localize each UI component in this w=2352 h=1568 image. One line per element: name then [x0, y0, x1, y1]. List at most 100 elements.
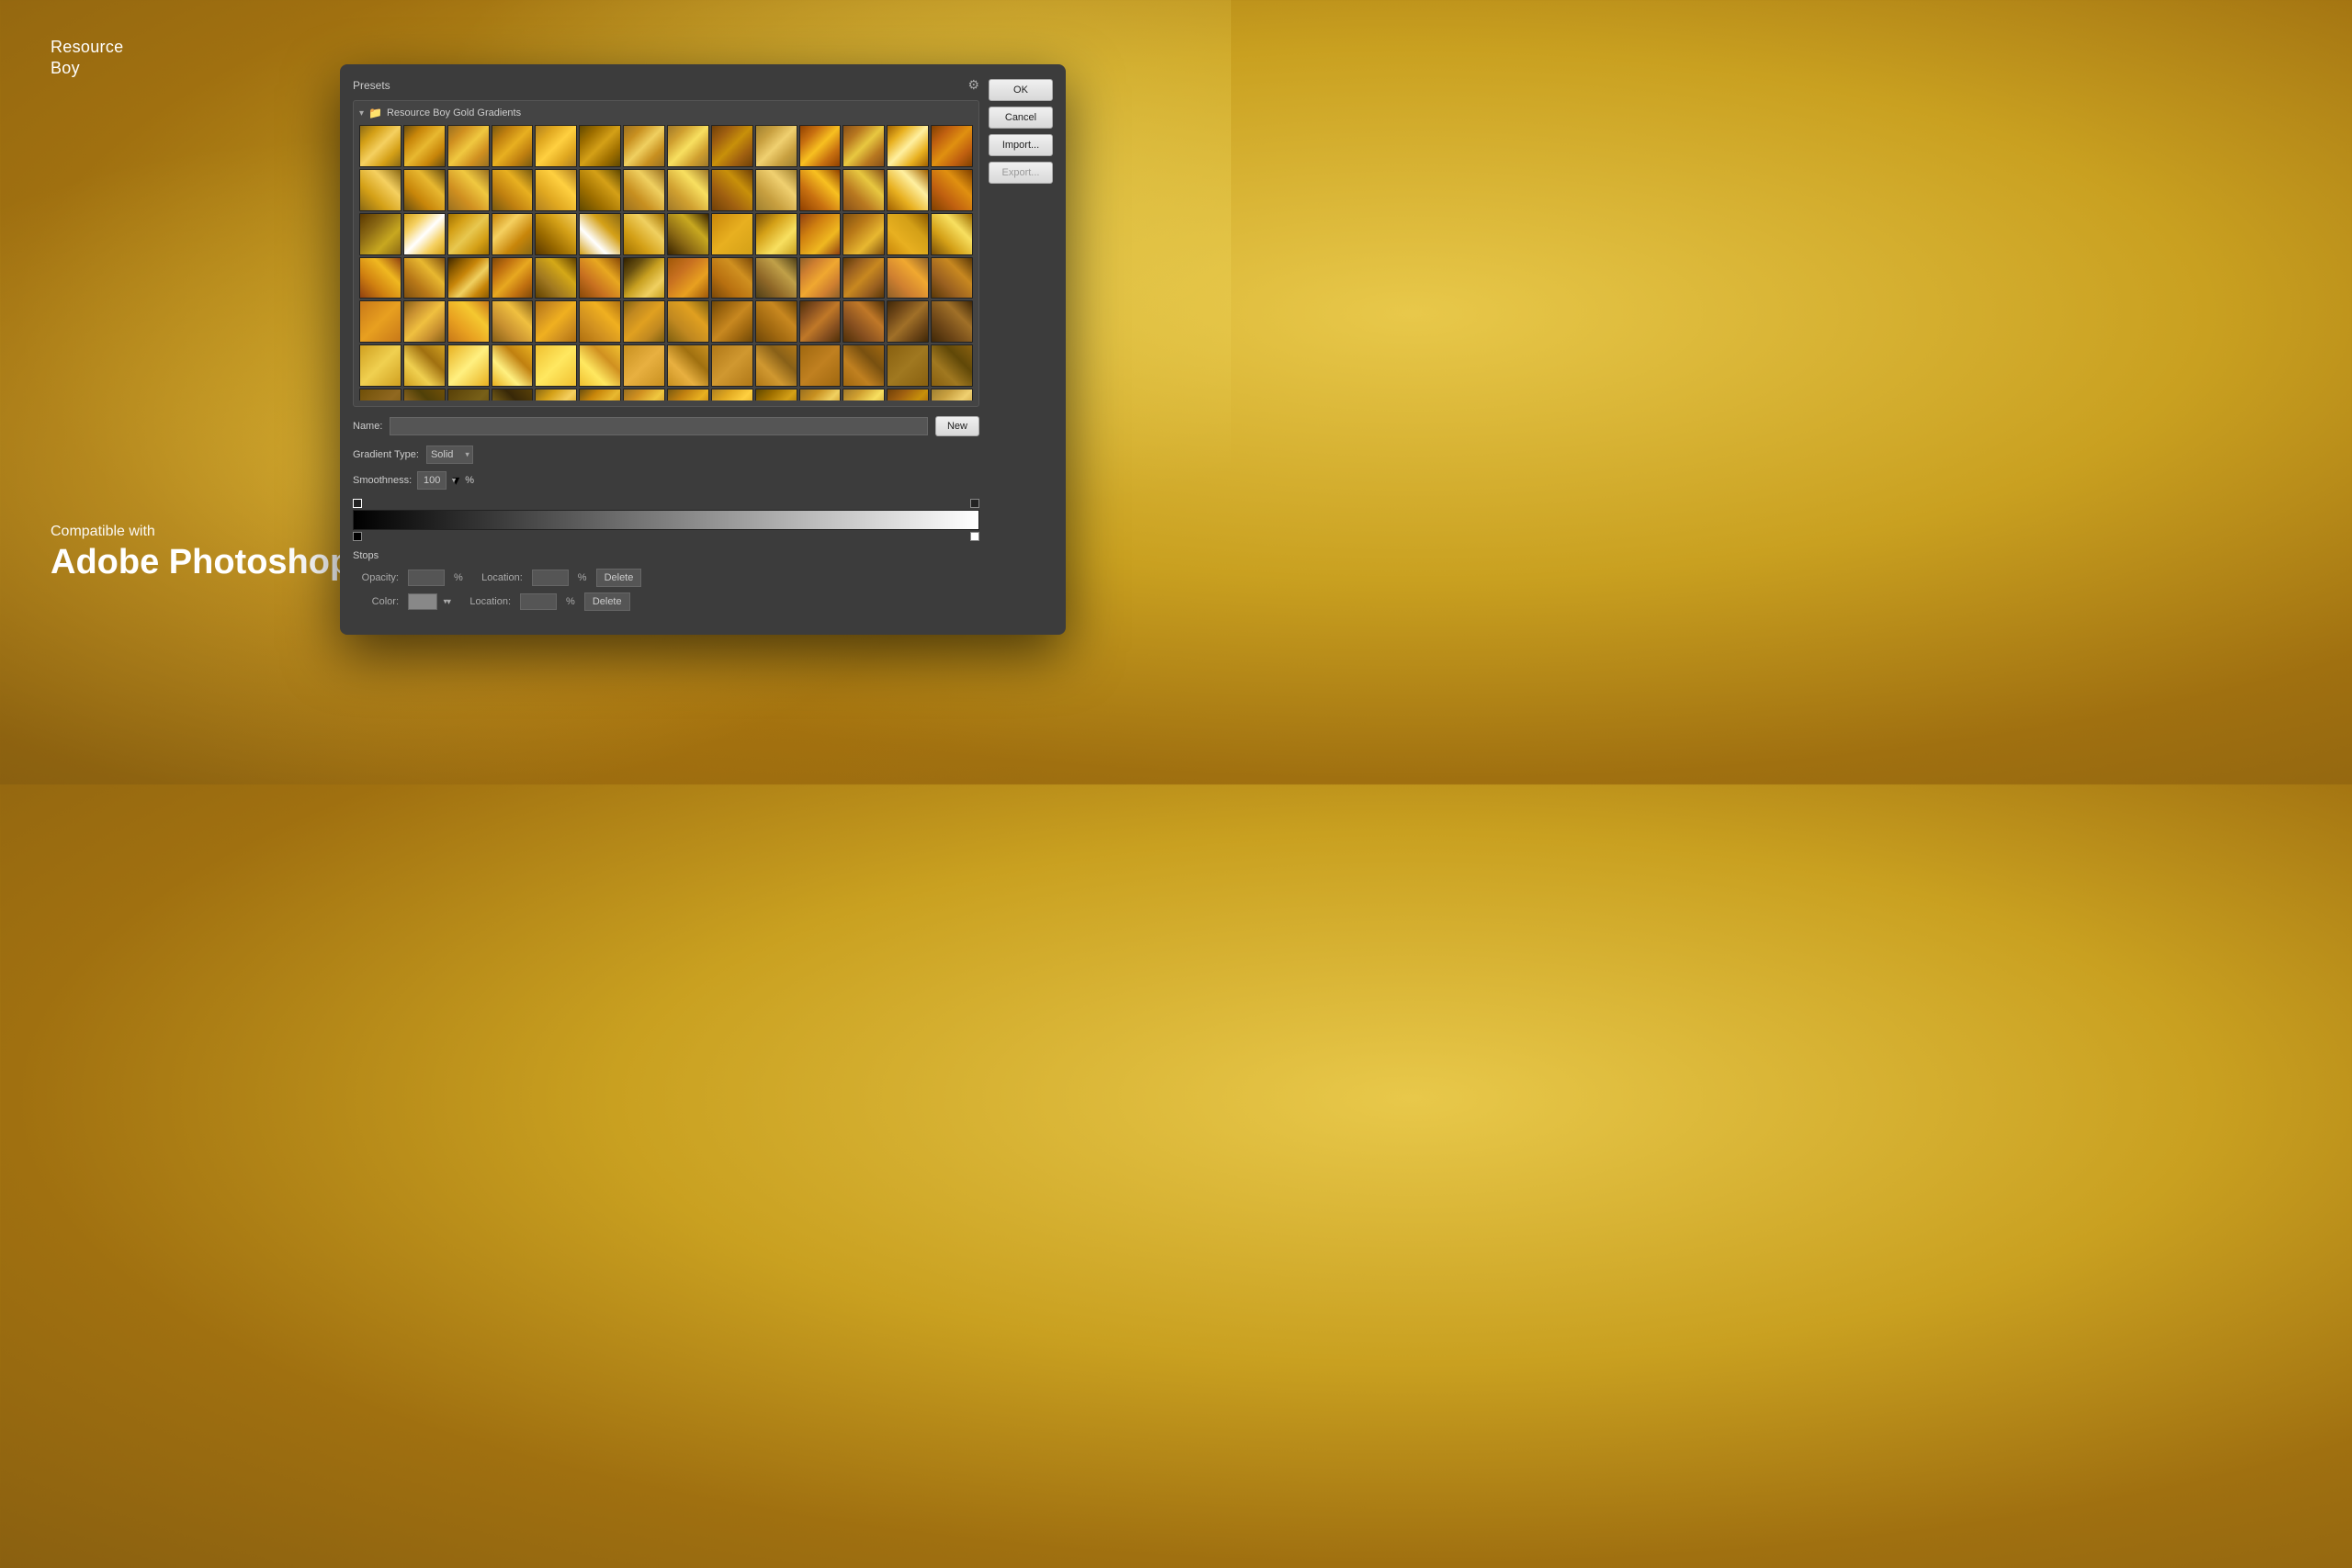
- gradient-swatch[interactable]: [447, 389, 490, 400]
- gradient-swatch[interactable]: [667, 125, 709, 167]
- gradient-swatch[interactable]: [755, 257, 797, 299]
- gradient-swatch[interactable]: [623, 344, 665, 387]
- gradient-swatch[interactable]: [535, 125, 577, 167]
- gradient-swatch[interactable]: [887, 213, 929, 255]
- gradient-swatch[interactable]: [755, 125, 797, 167]
- gradient-swatch[interactable]: [887, 389, 929, 400]
- gradient-swatch[interactable]: [579, 300, 621, 343]
- opacity-location-input[interactable]: [532, 570, 569, 586]
- smoothness-stepper[interactable]: ▾: [452, 471, 459, 490]
- gradient-swatch[interactable]: [755, 169, 797, 211]
- gradient-bar[interactable]: [353, 510, 979, 530]
- gradient-swatch[interactable]: [931, 344, 973, 387]
- gradient-swatch[interactable]: [667, 389, 709, 400]
- gradient-swatch[interactable]: [887, 125, 929, 167]
- color-location-input[interactable]: [520, 593, 557, 610]
- gradient-swatch[interactable]: [492, 344, 534, 387]
- gradient-swatch[interactable]: [535, 344, 577, 387]
- gradient-swatch[interactable]: [535, 257, 577, 299]
- gradient-swatch[interactable]: [579, 125, 621, 167]
- gradient-swatch[interactable]: [711, 125, 753, 167]
- gradient-swatch[interactable]: [931, 213, 973, 255]
- gradient-swatch[interactable]: [359, 389, 401, 400]
- gradient-swatch[interactable]: [447, 125, 490, 167]
- gradient-swatch[interactable]: [623, 169, 665, 211]
- gradient-swatch[interactable]: [579, 257, 621, 299]
- gradient-swatch[interactable]: [842, 389, 885, 400]
- gradient-swatch[interactable]: [799, 125, 842, 167]
- gradient-swatch[interactable]: [887, 344, 929, 387]
- gradient-swatch[interactable]: [535, 300, 577, 343]
- gradient-swatch[interactable]: [887, 300, 929, 343]
- top-stop-left[interactable]: [353, 499, 362, 508]
- gradient-swatch[interactable]: [799, 344, 842, 387]
- gradient-swatch[interactable]: [799, 169, 842, 211]
- gradient-swatch[interactable]: [755, 389, 797, 400]
- gradient-swatch[interactable]: [447, 300, 490, 343]
- gradient-swatch[interactable]: [623, 300, 665, 343]
- gradient-swatch[interactable]: [623, 213, 665, 255]
- gradient-swatch[interactable]: [623, 257, 665, 299]
- gradient-swatch[interactable]: [492, 389, 534, 400]
- gradient-swatch[interactable]: [931, 389, 973, 400]
- gradient-swatch[interactable]: [755, 344, 797, 387]
- gradient-swatch[interactable]: [403, 344, 446, 387]
- gradient-swatch[interactable]: [492, 125, 534, 167]
- gradient-swatch[interactable]: [711, 389, 753, 400]
- gradient-swatch[interactable]: [359, 125, 401, 167]
- gradient-swatch[interactable]: [579, 389, 621, 400]
- color-delete-button[interactable]: Delete: [584, 592, 630, 611]
- gradient-swatch[interactable]: [579, 169, 621, 211]
- gradient-swatch[interactable]: [667, 169, 709, 211]
- gradient-swatch[interactable]: [799, 300, 842, 343]
- gradient-type-select[interactable]: Solid Noise: [426, 446, 473, 464]
- bottom-stop-left[interactable]: [353, 532, 362, 541]
- color-swatch[interactable]: [408, 593, 437, 610]
- gradient-swatch[interactable]: [359, 257, 401, 299]
- color-select[interactable]: ▾: [447, 597, 451, 607]
- gradient-swatch[interactable]: [403, 389, 446, 400]
- gradient-swatch[interactable]: [447, 344, 490, 387]
- gradient-swatch[interactable]: [842, 257, 885, 299]
- gradient-swatch[interactable]: [492, 213, 534, 255]
- gradient-swatch[interactable]: [667, 300, 709, 343]
- gear-icon[interactable]: ⚙: [967, 77, 979, 93]
- opacity-delete-button[interactable]: Delete: [596, 569, 642, 587]
- gradient-swatch[interactable]: [842, 300, 885, 343]
- gradient-swatch[interactable]: [711, 300, 753, 343]
- gradient-swatch[interactable]: [447, 169, 490, 211]
- gradient-swatch[interactable]: [887, 257, 929, 299]
- gradient-swatch[interactable]: [931, 257, 973, 299]
- gradient-swatch[interactable]: [842, 125, 885, 167]
- gradient-swatch[interactable]: [403, 169, 446, 211]
- gradient-swatch[interactable]: [492, 257, 534, 299]
- gradient-swatch[interactable]: [579, 344, 621, 387]
- gradient-swatch[interactable]: [667, 344, 709, 387]
- cancel-button[interactable]: Cancel: [989, 107, 1053, 129]
- gradient-swatch[interactable]: [403, 125, 446, 167]
- top-stop-right[interactable]: [970, 499, 979, 508]
- gradient-swatch[interactable]: [842, 344, 885, 387]
- gradient-swatch[interactable]: [667, 213, 709, 255]
- gradient-swatch[interactable]: [842, 213, 885, 255]
- gradient-swatch[interactable]: [799, 257, 842, 299]
- gradient-swatch[interactable]: [579, 213, 621, 255]
- gradient-swatch[interactable]: [359, 344, 401, 387]
- gradient-swatch[interactable]: [623, 125, 665, 167]
- bottom-stop-right[interactable]: [970, 532, 979, 541]
- gradient-swatch[interactable]: [667, 257, 709, 299]
- gradient-swatch[interactable]: [842, 169, 885, 211]
- gradient-swatch[interactable]: [887, 169, 929, 211]
- gradient-swatch[interactable]: [535, 389, 577, 400]
- gradient-swatch[interactable]: [492, 300, 534, 343]
- gradient-swatch[interactable]: [403, 300, 446, 343]
- new-button[interactable]: New: [935, 416, 979, 436]
- gradient-swatch[interactable]: [492, 169, 534, 211]
- gradient-swatch[interactable]: [359, 169, 401, 211]
- gradient-swatch[interactable]: [799, 213, 842, 255]
- gradient-swatch[interactable]: [755, 213, 797, 255]
- gradient-swatch[interactable]: [447, 213, 490, 255]
- gradient-swatch[interactable]: [755, 300, 797, 343]
- gradient-swatch[interactable]: [711, 213, 753, 255]
- gradient-swatch[interactable]: [931, 125, 973, 167]
